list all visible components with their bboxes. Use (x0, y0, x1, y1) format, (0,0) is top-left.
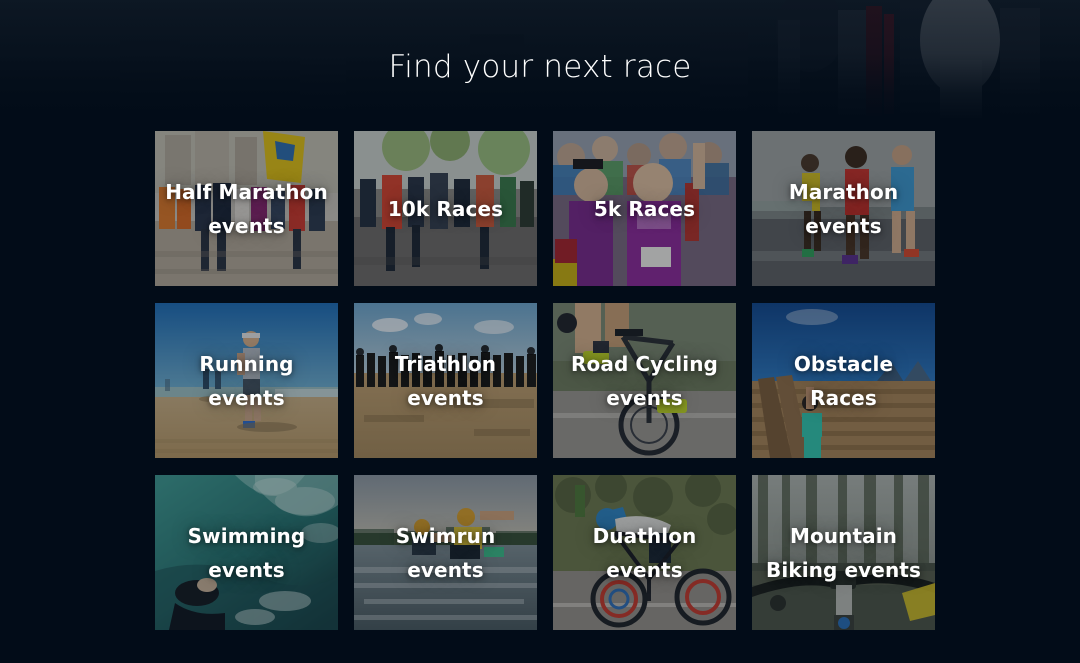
category-label: Triathlon events (394, 351, 497, 410)
category-label: 5k Races (593, 196, 696, 221)
category-tile-swimming[interactable]: Swimming events (155, 475, 338, 630)
page-root: Find your next race Half Marathon events… (0, 0, 1080, 663)
category-label: Swimrun events (395, 523, 496, 582)
category-label: Road Cycling events (571, 351, 718, 410)
category-tile-5k-races[interactable]: 5k Races (553, 131, 736, 286)
category-label: Obstacle Races (793, 351, 894, 410)
category-tile-marathon[interactable]: Marathon events (752, 131, 935, 286)
category-label: 10k Races (387, 196, 504, 221)
category-label: Swimming events (187, 523, 306, 582)
category-tile-road-cycling[interactable]: Road Cycling events (553, 303, 736, 458)
category-label: Mountain Biking events (766, 523, 921, 582)
category-tile-running[interactable]: Running events (155, 303, 338, 458)
category-label: Half Marathon events (165, 179, 328, 238)
category-label: Running events (199, 351, 294, 410)
category-grid: Half Marathon events 10k Races 5k Races … (155, 131, 936, 630)
category-tile-obstacle-races[interactable]: Obstacle Races (752, 303, 935, 458)
category-tile-swimrun[interactable]: Swimrun events (354, 475, 537, 630)
category-tile-10k-races[interactable]: 10k Races (354, 131, 537, 286)
category-tile-half-marathon[interactable]: Half Marathon events (155, 131, 338, 286)
category-tile-mountain-biking[interactable]: Mountain Biking events (752, 475, 935, 630)
category-label: Duathlon events (592, 523, 697, 582)
category-label: Marathon events (788, 179, 899, 238)
category-tile-duathlon[interactable]: Duathlon events (553, 475, 736, 630)
category-tile-triathlon[interactable]: Triathlon events (354, 303, 537, 458)
page-title: Find your next race (388, 49, 692, 85)
